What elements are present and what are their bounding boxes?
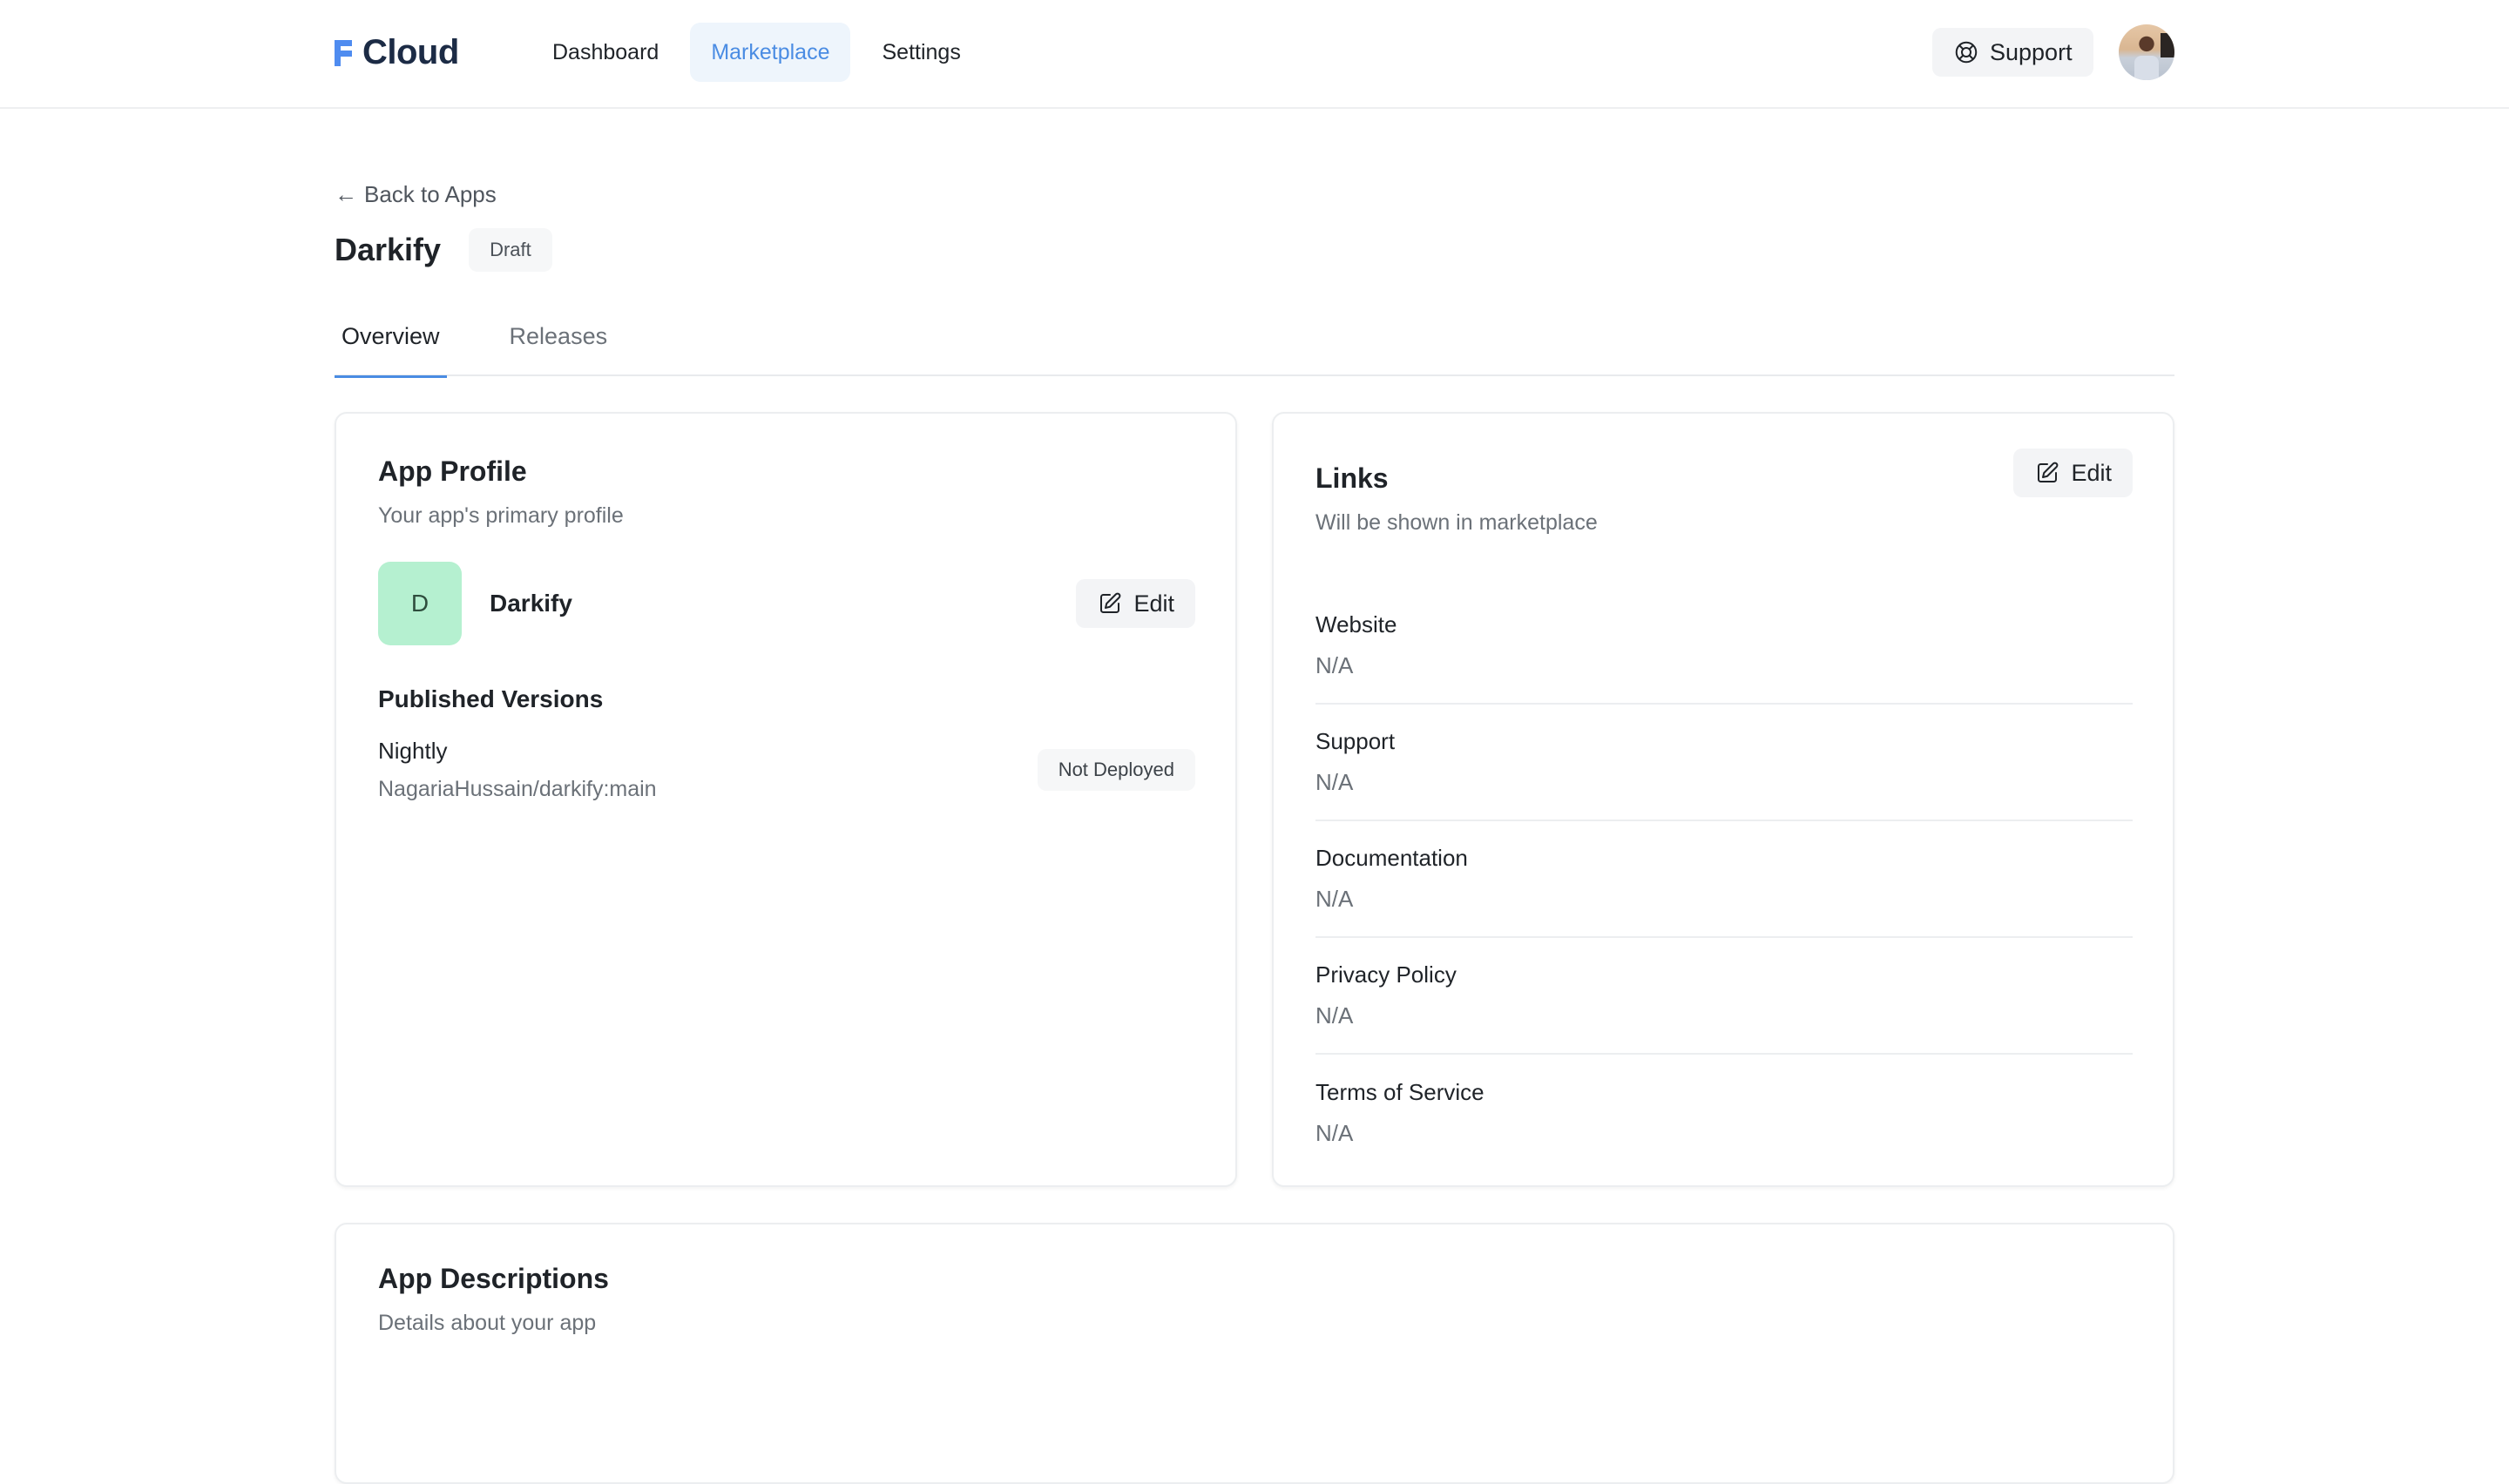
link-value: N/A (1315, 769, 1354, 795)
link-label: Terms of Service (1315, 1079, 1484, 1105)
app-descriptions-subtitle: Details about your app (378, 1311, 597, 1335)
link-label: Website (1315, 611, 1397, 637)
user-avatar[interactable] (2119, 24, 2174, 80)
app-descriptions-title: App Descriptions (378, 1263, 609, 1294)
version-row: Nightly NagariaHussain/darkify:main Not … (378, 738, 1195, 802)
logo-text: Cloud (362, 33, 459, 71)
page-title: Darkify (335, 232, 442, 267)
back-to-apps-link[interactable]: ← Back to Apps (335, 181, 497, 208)
app-name: Darkify (490, 590, 572, 617)
support-label: Support (1990, 38, 2073, 65)
version-source: NagariaHussain/darkify:main (378, 777, 657, 801)
edit-icon (1100, 592, 1121, 613)
version-name: Nightly (378, 738, 448, 764)
app-profile-subtitle: Your app's primary profile (378, 503, 624, 528)
status-badge: Draft (469, 228, 552, 272)
links-card: Links Will be shown in marketplace Edit … (1272, 412, 2174, 1187)
link-value: N/A (1315, 886, 1354, 912)
top-navbar: Cloud Dashboard Marketplace Settings Sup… (0, 0, 2509, 109)
link-label: Privacy Policy (1315, 961, 1457, 988)
nav-settings[interactable]: Settings (861, 23, 981, 82)
edit-label: Edit (1133, 590, 1174, 617)
page-title-row: Darkify Draft (335, 228, 552, 272)
edit-links-button[interactable]: Edit (2013, 449, 2133, 497)
main-nav: Dashboard Marketplace Settings (531, 23, 982, 82)
back-link-label: Back to Apps (364, 181, 497, 207)
edit-label: Edit (2071, 459, 2112, 486)
link-value: N/A (1315, 1120, 1354, 1146)
app-identity-row: D Darkify Edit (378, 562, 1195, 645)
app-descriptions-card: App Descriptions Details about your app (335, 1223, 2174, 1484)
app-profile-card: App Profile Your app's primary profile D… (335, 412, 1237, 1187)
logo-mark-icon (335, 39, 352, 66)
link-item-privacy-policy: Privacy Policy N/A (1315, 938, 2133, 1055)
link-label: Support (1315, 728, 1396, 754)
nav-dashboard[interactable]: Dashboard (531, 23, 680, 82)
logo[interactable]: Cloud (335, 33, 459, 72)
app-icon: D (378, 562, 462, 645)
deploy-status-badge: Not Deployed (1037, 749, 1195, 791)
link-item-support: Support N/A (1315, 705, 2133, 821)
link-item-website: Website N/A (1315, 588, 2133, 705)
link-value: N/A (1315, 652, 1354, 678)
arrow-left-icon: ← (335, 181, 357, 207)
edit-icon (2038, 462, 2059, 482)
support-button[interactable]: Support (1932, 28, 2093, 77)
app-profile-title: App Profile (378, 455, 527, 487)
link-item-terms-of-service: Terms of Service N/A (1315, 1055, 2133, 1171)
page-tabs: Overview Releases (335, 296, 2174, 378)
link-item-documentation: Documentation N/A (1315, 821, 2133, 938)
link-value: N/A (1315, 1002, 1354, 1029)
links-subtitle: Will be shown in marketplace (1315, 510, 1598, 535)
published-versions-title: Published Versions (378, 685, 604, 712)
tab-releases[interactable]: Releases (503, 296, 615, 376)
nav-marketplace[interactable]: Marketplace (690, 23, 851, 82)
links-list: Website N/A Support N/A Documentation N/… (1315, 588, 2133, 1171)
edit-profile-button[interactable]: Edit (1076, 579, 1195, 628)
link-label: Documentation (1315, 845, 1468, 871)
tab-overview[interactable]: Overview (335, 296, 447, 378)
links-title: Links (1315, 462, 1389, 494)
lifebuoy-icon (1955, 41, 1978, 64)
